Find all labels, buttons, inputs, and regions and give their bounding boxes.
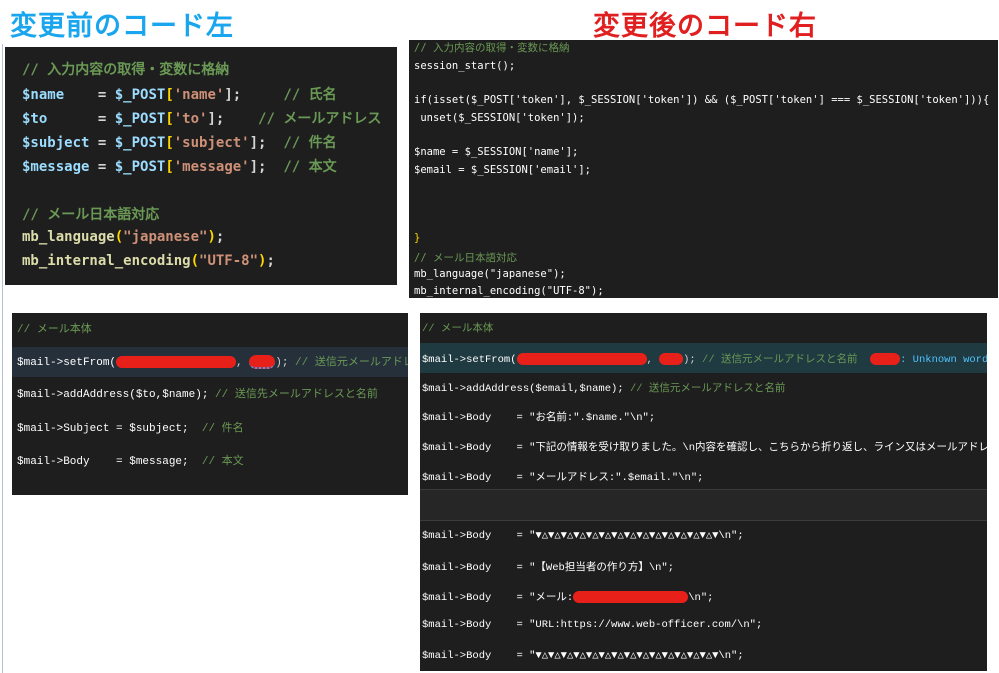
code-line-subject: $subject = $_POST['subject']; // 件名 [22, 135, 337, 151]
code-line-encoding: mb_internal_encoding("UTF-8"); [414, 285, 604, 297]
code-line-addaddress: $mail->addAddress($to,$name); // 送信先メールア… [17, 389, 378, 401]
code-comment: // メール本体 [17, 324, 92, 336]
code-line-body: $mail->Body = "お名前:".$name."\n"; [422, 412, 656, 424]
code-panel-after-mail: // メール本体 $mail->setFrom(, ); // 送信元メールアド… [420, 313, 987, 671]
code-comment: // メール本体 [422, 323, 494, 335]
code-line-body: $mail->Body = "▼△▼△▼△▼△▼△▼△▼△▼△▼△▼△▼△▼△▼… [422, 650, 744, 662]
blank-line-separator [420, 489, 987, 521]
heading-after-code-right: 変更後のコード右 [593, 11, 817, 42]
redacted-mark [116, 356, 237, 369]
code-line-subject: $mail->Subject = $subject; // 件名 [17, 423, 244, 435]
redacted-mark [573, 591, 689, 604]
code-line-body: $mail->Body = $message; // 本文 [17, 456, 244, 468]
code-comment: // メール日本語対応 [414, 252, 517, 264]
code-line-session-start: session_start(); [414, 60, 516, 72]
code-line-to: $to = $_POST['to']; // メールアドレス [22, 111, 382, 127]
code-line-body: $mail->Body = "URL:https://www.web-offic… [422, 619, 763, 631]
redacted-mark [870, 353, 901, 366]
code-line-setfrom: $mail->setFrom(, ); // 送信元メールアドレスと名前 [17, 355, 408, 370]
code-line-name: $name = $_POST['name']; // 氏名 [22, 87, 337, 103]
code-line-body: $mail->Body = "メールアドレス:".$email."\n"; [422, 472, 704, 484]
code-comment: // メール日本語対応 [22, 207, 160, 223]
code-line-name: $name = $_SESSION['name']; [414, 146, 579, 158]
code-line-body: $mail->Body = "【Web担当者の作り方】\n"; [422, 562, 675, 574]
code-panel-before-input: // 入力内容の取得・変数に格納 $name = $_POST['name'];… [5, 47, 397, 285]
code-line-email: $email = $_SESSION['email']; [414, 164, 592, 176]
heading-before-code-left: 変更前のコード左 [10, 11, 234, 42]
code-line-body: $mail->Body = "メール: \n"; [422, 591, 714, 604]
code-line-if-token: if(isset($_POST['token'], $_SESSION['tok… [414, 94, 990, 106]
code-line-body: $mail->Body = "▼△▼△▼△▼△▼△▼△▼△▼△▼△▼△▼△▼△▼… [422, 530, 744, 542]
redacted-mark [249, 355, 276, 370]
redacted-mark [659, 353, 684, 366]
code-line-body: $mail->Body = "下記の情報を受け取りました。\n内容を確認し、こち… [422, 442, 987, 454]
code-panel-before-mail: // メール本体 $mail->setFrom(, ); // 送信元メールアド… [12, 313, 408, 495]
code-line-close-brace: } [414, 232, 421, 244]
code-line-language: mb_language("japanese"); [414, 268, 566, 280]
page-divider [2, 44, 3, 673]
code-line-message: $message = $_POST['message']; // 本文 [22, 159, 337, 175]
code-comment: // 入力内容の取得・変数に格納 [22, 62, 230, 78]
code-line-addaddress: $mail->addAddress($email,$name); // 送信元メ… [422, 383, 786, 395]
code-line-encoding: mb_internal_encoding("UTF-8"); [22, 253, 275, 269]
redacted-mark [516, 353, 647, 366]
code-line-language: mb_language("japanese"); [22, 229, 225, 245]
code-comment: // 入力内容の取得・変数に格納 [414, 42, 570, 54]
code-line-setfrom: $mail->setFrom(, ); // 送信元メールアドレスと名前 : U… [422, 353, 987, 366]
code-panel-after-input: // 入力内容の取得・変数に格納 session_start(); if(iss… [409, 40, 998, 298]
code-line-unset: unset($_SESSION['token']); [414, 112, 585, 124]
